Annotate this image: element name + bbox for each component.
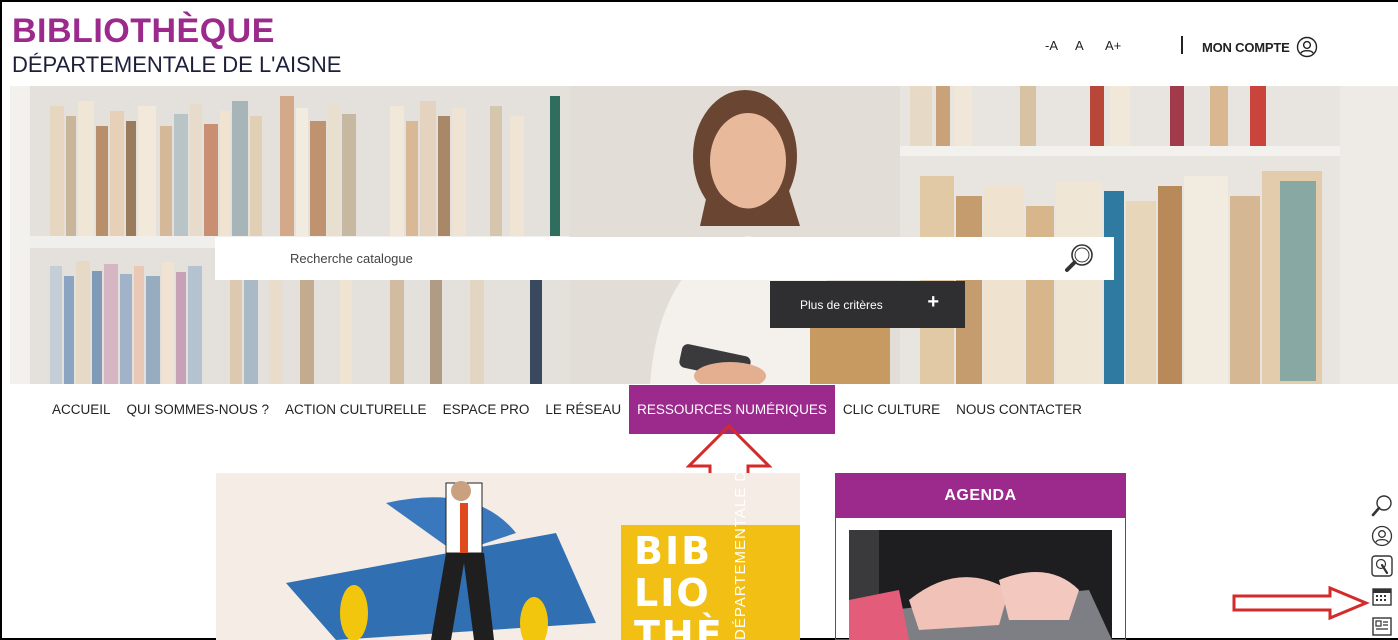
nav-item-qui-sommes-nous[interactable]: QUI SOMMES-NOUS ?: [119, 385, 278, 434]
side-news-button[interactable]: [1370, 614, 1394, 638]
nav-item-accueil[interactable]: ACCUEIL: [44, 385, 119, 434]
news-icon: [1372, 617, 1392, 636]
featured-poster[interactable]: BIB LIO THÈ DÉPARTEMENTALE DE L'AISNE: [216, 473, 800, 640]
side-account-button[interactable]: [1370, 524, 1394, 548]
main-nav: ACCUEIL QUI SOMMES-NOUS ? ACTION CULTURE…: [44, 385, 1090, 434]
side-calendar-button[interactable]: [1370, 584, 1394, 608]
poster-title-line-1: BIB: [634, 529, 713, 573]
agenda-image[interactable]: [849, 530, 1112, 640]
poster-side-text: DÉPARTEMENTALE DE L'AISNE: [732, 473, 749, 640]
account-link[interactable]: MON COMPTE: [1202, 36, 1318, 58]
more-criteria-button[interactable]: Plus de critères +: [770, 281, 965, 328]
agenda-panel: AGENDA: [835, 473, 1126, 640]
nav-item-le-reseau[interactable]: LE RÉSEAU: [537, 385, 629, 434]
plus-icon: +: [927, 291, 939, 313]
site-title: BIBLIOTHÈQUE: [12, 12, 275, 50]
search-button[interactable]: [1061, 242, 1097, 276]
nav-item-clic-culture[interactable]: CLIC CULTURE: [835, 385, 948, 434]
catalog-search-input[interactable]: [215, 237, 1055, 280]
catalog-search-box: [215, 237, 1114, 280]
site-brand[interactable]: BIBLIOTHÈQUE DÉPARTEMENTALE DE L'AISNE: [12, 12, 341, 78]
search-icon: [1065, 244, 1093, 272]
laptop-typing-image: [849, 530, 1112, 640]
nav-item-action-culturelle[interactable]: ACTION CULTURELLE: [277, 385, 435, 434]
font-increase-button[interactable]: A+: [1105, 38, 1135, 53]
user-icon: [1371, 525, 1393, 547]
poster-title-line-3: THÈ: [634, 613, 724, 640]
calendar-icon: [1372, 588, 1392, 606]
side-search-button[interactable]: [1370, 494, 1394, 518]
poster-title-line-2: LIO: [634, 571, 711, 615]
user-circle-icon: [1296, 36, 1317, 58]
side-toolbar: [1370, 494, 1394, 638]
search-icon: [1371, 495, 1392, 517]
library-shelves-image: [10, 86, 1398, 384]
account-label: MON COMPTE: [1202, 39, 1290, 55]
site-subtitle: DÉPARTEMENTALE DE L'AISNE: [12, 52, 342, 77]
nav-item-nous-contacter[interactable]: NOUS CONTACTER: [948, 385, 1090, 434]
agenda-title[interactable]: AGENDA: [836, 473, 1125, 518]
side-digital-resources-button[interactable]: [1370, 554, 1394, 578]
header-divider: [1181, 36, 1183, 54]
more-criteria-label: Plus de critères: [800, 297, 883, 312]
hero-banner: Plus de critères +: [10, 86, 1398, 384]
font-reset-button[interactable]: A: [1075, 38, 1105, 53]
font-decrease-button[interactable]: -A: [1045, 38, 1075, 53]
font-size-tools: -A A A+: [1045, 38, 1135, 53]
nav-item-espace-pro[interactable]: ESPACE PRO: [435, 385, 538, 434]
touch-icon: [1371, 555, 1393, 577]
annotation-right-arrow: [1232, 586, 1370, 620]
